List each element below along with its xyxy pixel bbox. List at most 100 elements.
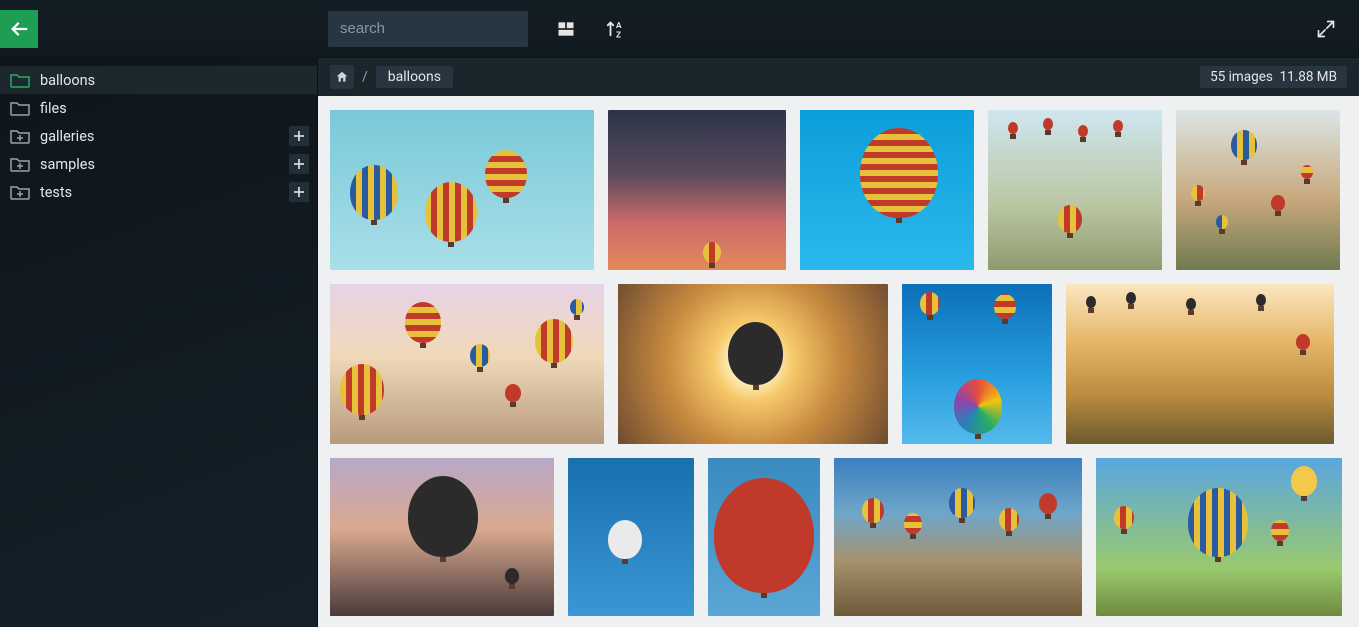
sidebar-item-label: tests [40, 184, 72, 201]
balloon-shape [1271, 195, 1285, 211]
sidebar-item-label: files [40, 100, 67, 117]
balloon-shape [1271, 520, 1289, 541]
plus-icon [293, 130, 305, 142]
balloon-shape [994, 294, 1016, 319]
balloon-shape [340, 364, 384, 415]
folder-stats: 55 images 11.88 MB [1200, 66, 1347, 88]
sidebar-item-tests[interactable]: tests [0, 178, 317, 206]
image-thumbnail[interactable] [1176, 110, 1340, 270]
main-panel: / balloons 55 images 11.88 MB [318, 58, 1359, 627]
sort-az-icon: A Z [605, 18, 627, 40]
image-thumbnail[interactable] [1096, 458, 1342, 616]
gallery[interactable] [318, 96, 1359, 627]
balloon-shape [505, 568, 519, 584]
arrow-left-icon [8, 18, 30, 40]
balloon-shape [1191, 185, 1205, 201]
topbar: A Z [0, 0, 1359, 58]
fullscreen-icon [1316, 19, 1336, 39]
plus-icon [293, 158, 305, 170]
image-thumbnail[interactable] [834, 458, 1082, 616]
balloon-shape [862, 498, 884, 523]
balloon-shape [1113, 120, 1123, 132]
balloon-shape [425, 182, 477, 242]
gallery-row [330, 284, 1347, 444]
balloon-shape [1039, 493, 1057, 514]
breadcrumb-bar: / balloons 55 images 11.88 MB [318, 58, 1359, 96]
sidebar-item-balloons[interactable]: balloons [0, 66, 317, 94]
balloon-shape [728, 322, 783, 385]
image-thumbnail[interactable] [618, 284, 888, 444]
balloon-shape [920, 292, 940, 315]
balloon-shape [1008, 122, 1018, 134]
image-thumbnail[interactable] [902, 284, 1052, 444]
balloon-shape [1296, 334, 1310, 350]
balloon-shape [999, 508, 1019, 531]
gallery-row [330, 110, 1347, 270]
balloon-shape [1186, 298, 1196, 310]
add-subfolder-button[interactable] [289, 126, 309, 146]
balloon-shape [904, 513, 922, 534]
gallery-row [330, 458, 1347, 616]
balloon-shape [1256, 294, 1266, 306]
folder-icon [10, 184, 30, 200]
balloon-shape [1114, 506, 1134, 529]
sidebar-item-samples[interactable]: samples [0, 150, 317, 178]
balloon-shape [405, 302, 441, 343]
balloon-shape [408, 476, 478, 557]
image-count: 55 images [1210, 69, 1273, 85]
search-wrap [328, 11, 528, 47]
svg-text:Z: Z [616, 30, 621, 40]
balloon-shape [1188, 488, 1248, 557]
image-thumbnail[interactable] [708, 458, 820, 616]
image-thumbnail[interactable] [800, 110, 974, 270]
image-thumbnail[interactable] [568, 458, 694, 616]
app-body: balloons files galleries samples tests / bal… [0, 58, 1359, 627]
home-icon [335, 70, 349, 84]
sidebar-item-label: galleries [40, 128, 94, 145]
breadcrumb-current: balloons [376, 66, 453, 88]
image-thumbnail[interactable] [988, 110, 1162, 270]
balloon-shape [1231, 130, 1257, 160]
balloon-shape [860, 128, 938, 218]
image-thumbnail[interactable] [330, 110, 594, 270]
folder-icon [10, 156, 30, 172]
image-thumbnail[interactable] [330, 458, 554, 616]
sort-button[interactable]: A Z [598, 11, 634, 47]
balloon-shape [350, 165, 398, 220]
folder-icon [10, 128, 30, 144]
back-button[interactable] [0, 10, 38, 48]
plus-icon [293, 186, 305, 198]
sidebar-item-galleries[interactable]: galleries [0, 122, 317, 150]
balloon-shape [470, 344, 490, 367]
add-subfolder-button[interactable] [289, 154, 309, 174]
search-input[interactable] [328, 11, 528, 47]
fullscreen-button[interactable] [1311, 14, 1341, 44]
image-thumbnail[interactable] [608, 110, 786, 270]
balloon-shape [485, 150, 527, 198]
balloon-shape [1078, 125, 1088, 137]
balloon-shape [1043, 118, 1053, 130]
balloon-shape [1086, 296, 1096, 308]
layout-toggle-button[interactable] [548, 11, 584, 47]
folder-size: 11.88 MB [1280, 69, 1337, 85]
balloon-shape [608, 520, 642, 559]
folder-icon [10, 100, 30, 116]
balloon-shape [535, 319, 573, 363]
add-subfolder-button[interactable] [289, 182, 309, 202]
balloon-shape [505, 384, 521, 402]
breadcrumb-separator: / [362, 69, 368, 85]
balloon-shape [1058, 205, 1082, 233]
image-thumbnail[interactable] [330, 284, 604, 444]
balloon-shape [1301, 165, 1313, 179]
balloon-shape [1291, 466, 1317, 496]
balloon-shape [949, 488, 975, 518]
balloon-shape [570, 299, 584, 315]
image-thumbnail[interactable] [1066, 284, 1334, 444]
sidebar-item-label: samples [40, 156, 95, 173]
balloon-shape [954, 379, 1002, 434]
sidebar-item-files[interactable]: files [0, 94, 317, 122]
sidebar-item-label: balloons [40, 72, 95, 89]
breadcrumb-home[interactable] [330, 65, 354, 89]
balloon-shape [1126, 292, 1136, 304]
folder-icon [10, 72, 30, 88]
